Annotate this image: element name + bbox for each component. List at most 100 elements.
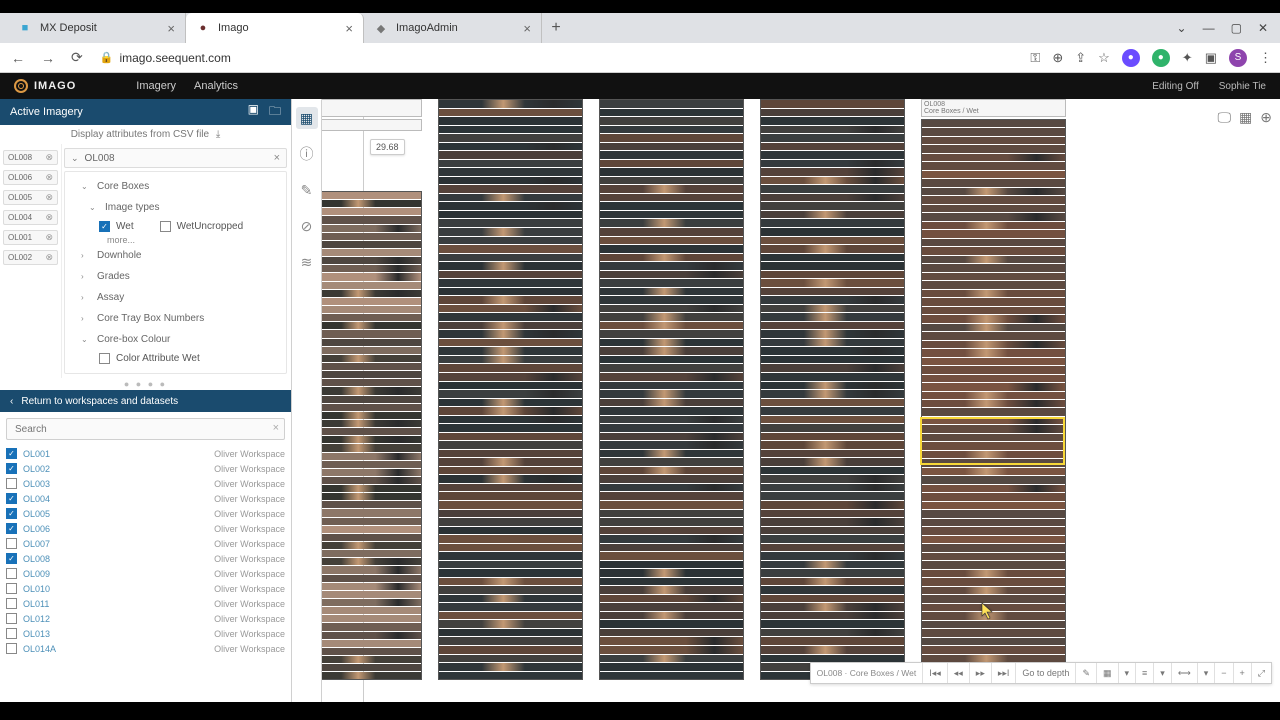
- back-button[interactable]: ←: [8, 50, 28, 66]
- collection-pill[interactable]: OL001⊗: [3, 230, 58, 245]
- checkbox-wet[interactable]: ✓: [99, 221, 110, 232]
- dataset-checkbox[interactable]: [6, 583, 17, 594]
- grid-mode-icon[interactable]: ▦: [1096, 663, 1118, 683]
- url-input[interactable]: 🔒 imago.seequent.com: [100, 51, 1017, 65]
- search-input[interactable]: [6, 418, 285, 440]
- measure-dropdown-icon[interactable]: ▾: [1197, 663, 1215, 683]
- chevron-down-icon[interactable]: ⌄: [1177, 21, 1187, 35]
- collection-pill[interactable]: OL005⊗: [3, 190, 58, 205]
- dataset-checkbox[interactable]: ✓: [6, 553, 17, 564]
- app-logo[interactable]: IMAGO: [14, 79, 76, 93]
- tree-node[interactable]: ›Grades: [71, 266, 280, 287]
- zoom-in-button[interactable]: +: [1233, 663, 1251, 683]
- dataset-checkbox[interactable]: [6, 598, 17, 609]
- dataset-name[interactable]: OL004: [23, 494, 50, 504]
- dataset-checkbox[interactable]: [6, 538, 17, 549]
- editing-toggle[interactable]: Editing Off: [1152, 81, 1199, 92]
- rail-grid-icon[interactable]: ▦: [296, 107, 318, 129]
- nav-imagery[interactable]: Imagery: [136, 80, 176, 92]
- dataset-name[interactable]: OL005: [23, 509, 50, 519]
- image-types-node[interactable]: ⌄ Image types: [89, 197, 280, 218]
- prev-button[interactable]: ◂◂: [947, 663, 969, 683]
- reload-button[interactable]: ⟳: [68, 49, 86, 66]
- dataset-name[interactable]: OL012: [23, 614, 50, 624]
- remove-icon[interactable]: ⊗: [45, 212, 53, 223]
- core-column[interactable]: [760, 99, 905, 680]
- forward-button[interactable]: →: [38, 50, 58, 66]
- maximize-icon[interactable]: ▢: [1231, 21, 1242, 35]
- zoom-out-button[interactable]: −: [1214, 663, 1232, 683]
- close-icon[interactable]: ×: [167, 21, 175, 36]
- collection-pill[interactable]: OL002⊗: [3, 250, 58, 265]
- dataset-name[interactable]: OL013: [23, 629, 50, 639]
- checkbox-color-attr-wet[interactable]: [99, 353, 110, 364]
- dataset-checkbox[interactable]: [6, 568, 17, 579]
- key-icon[interactable]: ⚿: [1030, 50, 1040, 66]
- close-icon[interactable]: ×: [345, 21, 353, 36]
- next-button[interactable]: ▸▸: [969, 663, 991, 683]
- more-link[interactable]: more...: [89, 235, 280, 245]
- return-button[interactable]: ‹ Return to workspaces and datasets: [0, 390, 291, 412]
- dataset-checkbox[interactable]: ✓: [6, 508, 17, 519]
- new-tab-button[interactable]: +: [542, 14, 570, 42]
- rail-lasso-icon[interactable]: ⊘: [296, 215, 318, 237]
- extension-2-icon[interactable]: ●: [1152, 49, 1170, 67]
- imagery-viewer[interactable]: 0 29.68 OL008Core Boxes / Wet 🖵 ▦ ⊕ OL00…: [322, 99, 1280, 702]
- remove-icon[interactable]: ⊗: [45, 232, 53, 243]
- extension-1-icon[interactable]: ●: [1122, 49, 1140, 67]
- measure-icon[interactable]: ⟷: [1171, 663, 1197, 683]
- globe-icon[interactable]: ⊕: [1260, 109, 1272, 126]
- star-icon[interactable]: ☆: [1098, 50, 1110, 66]
- dataset-checkbox[interactable]: ✓: [6, 493, 17, 504]
- extensions-icon[interactable]: ✦: [1182, 50, 1193, 66]
- camera-icon[interactable]: ▣: [248, 102, 259, 123]
- fullscreen-icon[interactable]: ⤢: [1251, 663, 1271, 683]
- dataset-checkbox[interactable]: ✓: [6, 448, 17, 459]
- dataset-checkbox[interactable]: [6, 478, 17, 489]
- core-boxes-node[interactable]: ⌄ Core Boxes: [71, 176, 280, 197]
- rail-info-icon[interactable]: ⓘ: [296, 143, 318, 165]
- dataset-name[interactable]: OL014A: [23, 644, 56, 654]
- download-icon[interactable]: ⤓: [216, 129, 220, 140]
- dataset-name[interactable]: OL010: [23, 584, 50, 594]
- collection-pill[interactable]: OL004⊗: [3, 210, 58, 225]
- core-column[interactable]: [438, 99, 583, 680]
- profile-avatar[interactable]: S: [1229, 49, 1247, 67]
- tab-imagoadmin[interactable]: ◆ ImagoAdmin ×: [364, 13, 542, 43]
- kebab-menu-icon[interactable]: ⋮: [1259, 50, 1272, 66]
- monitor-icon[interactable]: 🖵: [1218, 109, 1232, 126]
- annotate-icon[interactable]: ✎: [1075, 663, 1096, 683]
- dataset-checkbox[interactable]: ✓: [6, 523, 17, 534]
- corebox-colour-node[interactable]: ⌄ Core-box Colour: [71, 329, 280, 350]
- rail-edit-icon[interactable]: ✎: [296, 179, 318, 201]
- remove-icon[interactable]: ⊗: [45, 152, 53, 163]
- goto-depth-button[interactable]: Go to depth: [1015, 663, 1075, 683]
- dataset-name[interactable]: OL011: [23, 599, 49, 609]
- last-button[interactable]: ▸▸I: [991, 663, 1016, 683]
- folder-icon[interactable]: 🗀: [269, 102, 281, 123]
- zoom-icon[interactable]: ⊕: [1052, 50, 1063, 66]
- panel-resize-grip[interactable]: ● ● ● ●: [0, 378, 291, 390]
- collection-pill[interactable]: OL008⊗: [3, 150, 58, 165]
- dataset-name[interactable]: OL002: [23, 464, 50, 474]
- clear-icon[interactable]: ×: [273, 422, 279, 434]
- core-column[interactable]: [599, 99, 744, 680]
- core-column[interactable]: [322, 99, 422, 680]
- minimize-icon[interactable]: —: [1203, 21, 1215, 35]
- tree-root-header[interactable]: ⌄ OL008 ×: [64, 148, 287, 168]
- close-icon[interactable]: ×: [274, 152, 280, 164]
- tree-node[interactable]: ›Downhole: [71, 245, 280, 266]
- list-mode-icon[interactable]: ≡: [1135, 663, 1153, 683]
- window-collection-icon[interactable]: ▣: [1205, 50, 1217, 66]
- remove-icon[interactable]: ⊗: [45, 252, 53, 263]
- checkbox-wetuncropped[interactable]: [160, 221, 171, 232]
- tab-imago[interactable]: ● Imago ×: [186, 13, 364, 43]
- tab-mxdeposit[interactable]: ■ MX Deposit ×: [8, 13, 186, 43]
- close-icon[interactable]: ×: [523, 21, 531, 36]
- remove-icon[interactable]: ⊗: [45, 172, 53, 183]
- dataset-checkbox[interactable]: [6, 628, 17, 639]
- list-dropdown-icon[interactable]: ▾: [1153, 663, 1171, 683]
- remove-icon[interactable]: ⊗: [45, 192, 53, 203]
- tree-node[interactable]: ›Core Tray Box Numbers: [71, 308, 280, 329]
- csv-attributes-line[interactable]: Display attributes from CSV file ⤓: [0, 125, 291, 144]
